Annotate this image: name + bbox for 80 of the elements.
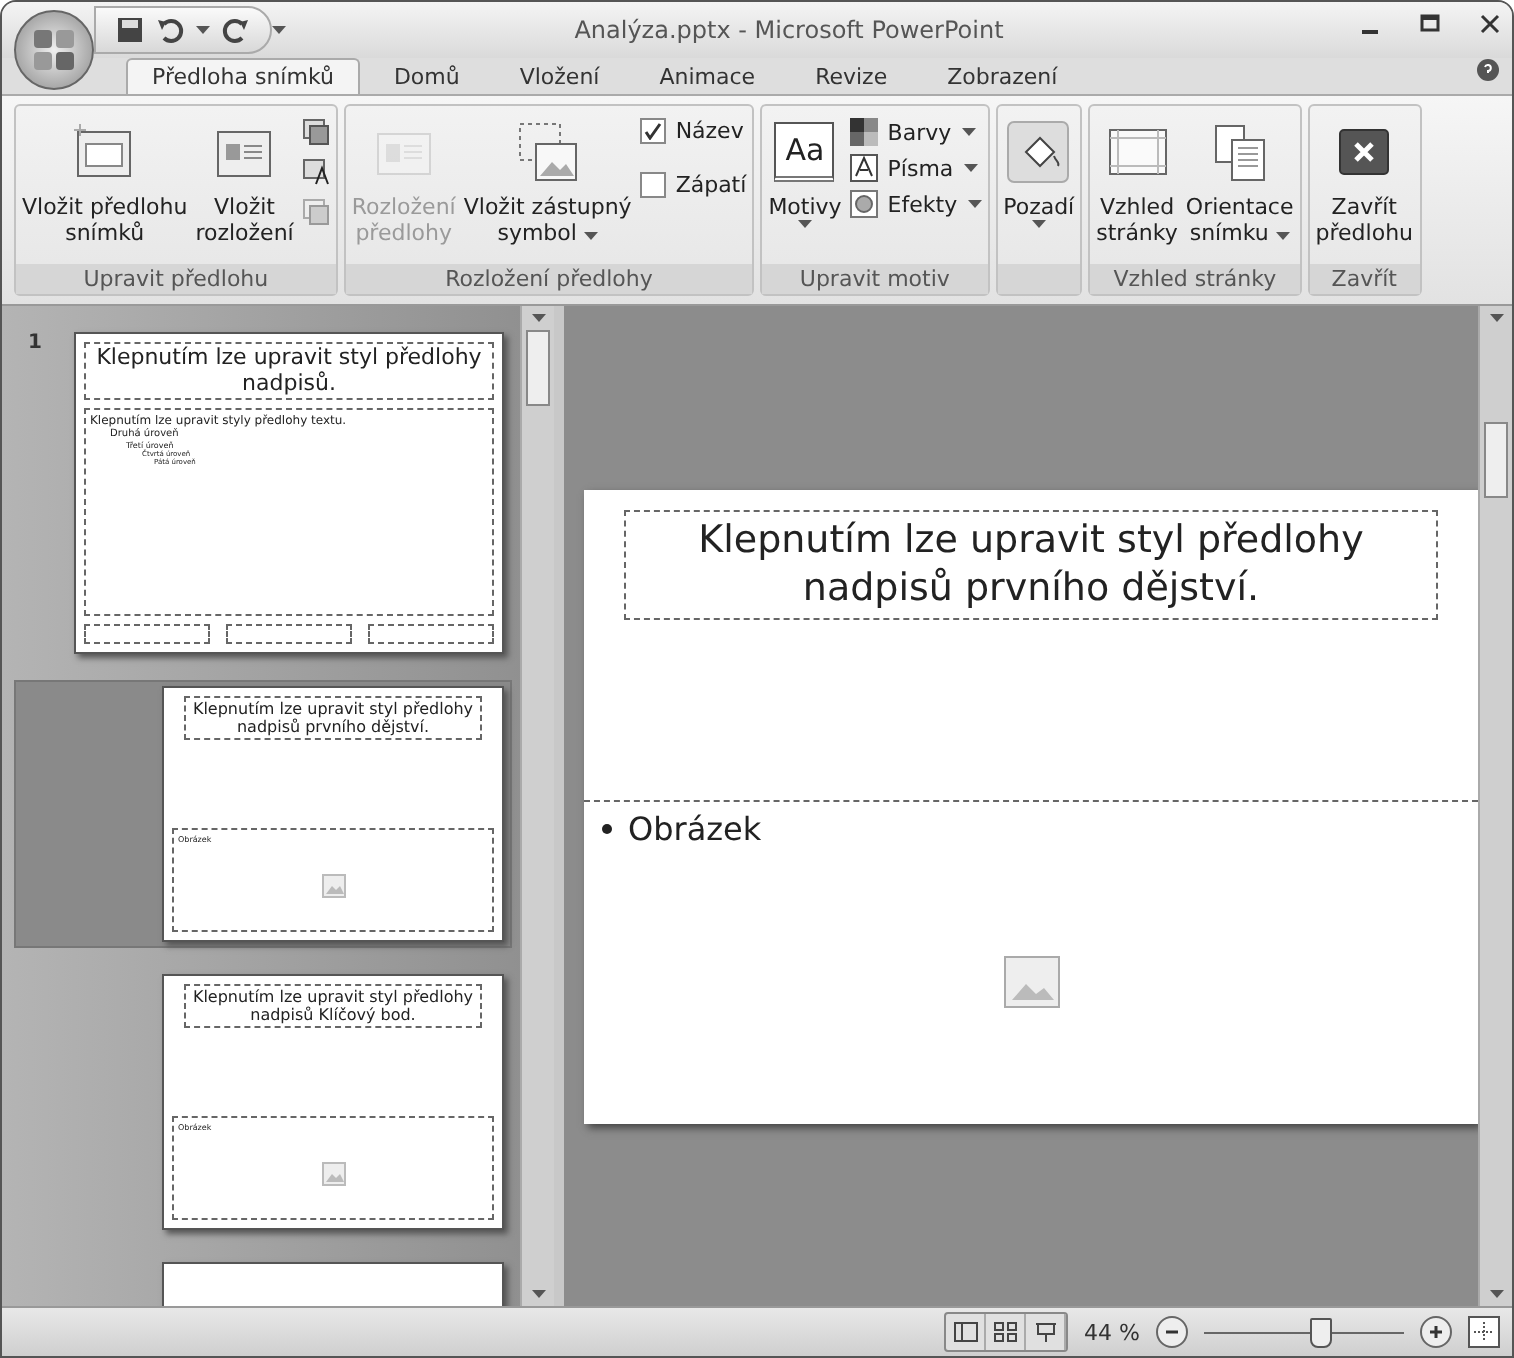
caret-icon bbox=[1489, 1290, 1503, 1298]
caret-icon bbox=[1489, 314, 1503, 322]
footer-placeholder bbox=[84, 624, 210, 644]
slide-number: 1 bbox=[28, 332, 42, 358]
slide-bullet: Obrázek bbox=[598, 809, 1464, 848]
effects-icon bbox=[849, 190, 878, 218]
save-icon bbox=[116, 16, 144, 44]
colors-icon bbox=[849, 118, 878, 146]
checkbox[interactable] bbox=[639, 172, 666, 198]
normal-view-icon bbox=[953, 1322, 978, 1342]
ribbon-button[interactable]: Efekty bbox=[849, 190, 982, 218]
themes-icon: Aa bbox=[774, 122, 835, 182]
scroll-thumb[interactable] bbox=[1484, 422, 1508, 498]
paint-bucket-icon bbox=[1006, 120, 1071, 184]
caret-icon bbox=[531, 1290, 545, 1298]
ribbon-button[interactable]: Písma bbox=[849, 154, 982, 182]
thumbnail-title: Klepnutím lze upravit styl předlohy nadpisů. bbox=[84, 342, 494, 401]
checkbox[interactable] bbox=[639, 118, 666, 144]
caret-icon bbox=[961, 128, 976, 136]
scrollbar[interactable] bbox=[1478, 306, 1512, 1306]
plus-icon bbox=[1428, 1324, 1444, 1340]
group-label: Upravit předlohu bbox=[16, 264, 336, 294]
bullet-icon bbox=[602, 823, 612, 833]
ribbon-tab[interactable]: Domů bbox=[367, 58, 486, 94]
fit-window-icon bbox=[1468, 1316, 1500, 1348]
maximize-icon bbox=[1420, 14, 1440, 34]
zoom-in-button[interactable] bbox=[1420, 1316, 1452, 1348]
ribbon-tab[interactable]: Animace bbox=[633, 58, 782, 94]
ribbon-button[interactable]: Orientace snímku bbox=[1185, 110, 1294, 246]
checkbox-option[interactable]: Zápatí bbox=[639, 172, 747, 198]
ribbon-button[interactable]: Zavřít předlohu bbox=[1315, 110, 1414, 246]
ribbon-tab[interactable]: Zobrazení bbox=[921, 58, 1084, 94]
group-label bbox=[997, 264, 1081, 294]
group-label: Vzhled stránky bbox=[1090, 264, 1300, 294]
ribbon-button[interactable]: Barvy bbox=[849, 118, 982, 146]
picture-placeholder-icon bbox=[1003, 955, 1059, 1008]
redo-icon bbox=[222, 16, 250, 44]
help-icon bbox=[1476, 58, 1500, 82]
slide-icon bbox=[301, 118, 330, 146]
text-slide-icon bbox=[301, 158, 330, 186]
ribbon-tab[interactable]: Vložení bbox=[493, 58, 626, 94]
ribbon-tab[interactable]: Revize bbox=[789, 58, 914, 94]
picture-placeholder-icon bbox=[321, 1161, 345, 1186]
picture-placeholder-icon bbox=[321, 873, 345, 898]
footer-placeholder bbox=[368, 624, 494, 644]
zoom-out-button[interactable] bbox=[1156, 1316, 1188, 1348]
ribbon-button[interactable]: Vložit předlohu snímků bbox=[22, 110, 188, 246]
slide-icon bbox=[301, 198, 330, 226]
placeholder-icon bbox=[515, 120, 580, 184]
minimize-icon bbox=[1360, 30, 1380, 34]
scrollbar[interactable] bbox=[520, 306, 554, 1306]
zoom-level: 44 % bbox=[1084, 1319, 1140, 1345]
slider-thumb[interactable] bbox=[1310, 1317, 1332, 1347]
footer-placeholder bbox=[226, 624, 352, 644]
ribbon-button[interactable]: Aa Motivy bbox=[768, 110, 842, 228]
ribbon-button[interactable]: Vzhled stránky bbox=[1096, 110, 1178, 246]
caret-icon bbox=[531, 314, 545, 322]
caret-icon bbox=[272, 26, 286, 34]
thumbnail-title: Klepnutím lze upravit styl předlohy nadpisů Klíčový bod. bbox=[184, 984, 482, 1029]
office-logo bbox=[32, 28, 76, 72]
caret-icon bbox=[196, 26, 210, 34]
window-title: Analýza.pptx - Microsoft PowerPoint bbox=[572, 16, 1006, 44]
fonts-icon bbox=[849, 154, 878, 182]
grid-icon bbox=[993, 1322, 1018, 1342]
scroll-thumb[interactable] bbox=[526, 330, 550, 406]
ribbon-button[interactable]: Vložit rozložení bbox=[195, 110, 294, 246]
caret-icon bbox=[963, 164, 978, 172]
undo-icon bbox=[156, 16, 184, 44]
projector-screen-icon bbox=[1033, 1322, 1058, 1342]
close-icon bbox=[1480, 14, 1500, 34]
thumbnail-title: Klepnutím lze upravit styl předlohy nadpisů prvního dějství. bbox=[184, 696, 482, 741]
slide-title: Klepnutím lze upravit styl předlohy nadpisů prvního dějství. bbox=[624, 509, 1438, 620]
group-label: Zavřít bbox=[1309, 264, 1420, 294]
group-label: Rozložení předlohy bbox=[345, 264, 753, 294]
ribbon-tab[interactable]: Předloha snímků bbox=[126, 58, 360, 94]
checkbox-option[interactable]: Název bbox=[639, 118, 747, 144]
ribbon-button[interactable]: Vložit zástupný symbol bbox=[463, 110, 632, 246]
office-button[interactable] bbox=[14, 10, 94, 90]
group-label: Upravit motiv bbox=[762, 264, 988, 294]
caret-icon bbox=[967, 200, 982, 208]
